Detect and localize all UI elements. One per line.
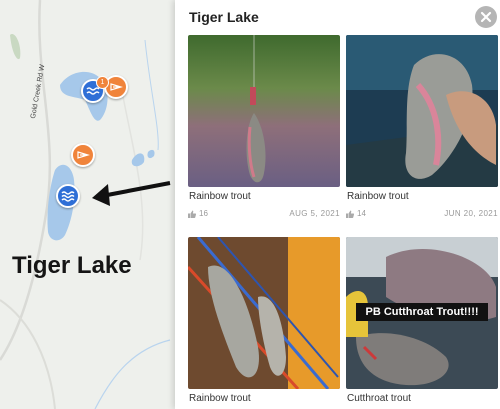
catch-photo[interactable] <box>188 35 340 187</box>
catch-card[interactable]: PB Cutthroat Trout!!!! Cutthroat trout <box>346 237 498 404</box>
catch-card[interactable]: Rainbow trout <box>188 237 340 404</box>
arrow-icon <box>101 181 171 198</box>
likes[interactable]: 16 <box>188 209 208 218</box>
species-name: Cutthroat trout <box>347 393 411 404</box>
catch-date: AUG 5, 2021 <box>289 209 340 218</box>
catch-photo[interactable] <box>188 237 340 389</box>
photo-caption: PB Cutthroat Trout!!!! <box>356 303 488 321</box>
panel-title: Tiger Lake <box>189 9 259 25</box>
card-meta: 16 AUG 5, 2021 <box>188 209 340 218</box>
water-pin-tiger[interactable] <box>56 184 80 208</box>
card-meta: 14 JUN 20, 2021 <box>346 209 498 218</box>
catch-photo[interactable]: PB Cutthroat Trout!!!! <box>346 237 498 389</box>
road-minor <box>119 79 144 261</box>
catch-card[interactable]: Rainbow trout 14 JUN 20, 2021 <box>346 35 498 218</box>
fish-pin-tiger[interactable] <box>71 143 95 167</box>
likes[interactable]: 14 <box>346 209 366 218</box>
close-icon <box>480 11 492 23</box>
like-count: 14 <box>357 209 366 218</box>
wetland <box>10 34 21 60</box>
catch-card[interactable]: Rainbow trout 16 AUG 5, 2021 <box>188 35 340 218</box>
pond <box>131 153 145 167</box>
water-icon <box>61 191 75 202</box>
catch-panel: Tiger Lake Rainbow trout 16 AUG 5, 2021 … <box>175 0 500 409</box>
species-name: Rainbow trout <box>347 191 409 202</box>
pond <box>147 149 155 159</box>
cluster-count-badge: 1 <box>96 76 109 89</box>
species-name: Rainbow trout <box>189 393 251 404</box>
thumbs-up-icon <box>188 210 196 218</box>
stream <box>144 39 159 151</box>
thumbs-up-icon <box>346 210 354 218</box>
arrow-head <box>92 184 110 206</box>
lake-annotation-label: Tiger Lake <box>12 252 132 279</box>
catch-photo[interactable] <box>346 35 498 187</box>
fish-icon <box>77 151 90 159</box>
like-count: 16 <box>199 209 208 218</box>
close-button[interactable] <box>475 6 497 28</box>
stream <box>94 339 171 409</box>
species-name: Rainbow trout <box>189 191 251 202</box>
road-minor <box>0 299 56 409</box>
catch-date: JUN 20, 2021 <box>444 209 498 218</box>
fish-icon <box>110 83 123 91</box>
